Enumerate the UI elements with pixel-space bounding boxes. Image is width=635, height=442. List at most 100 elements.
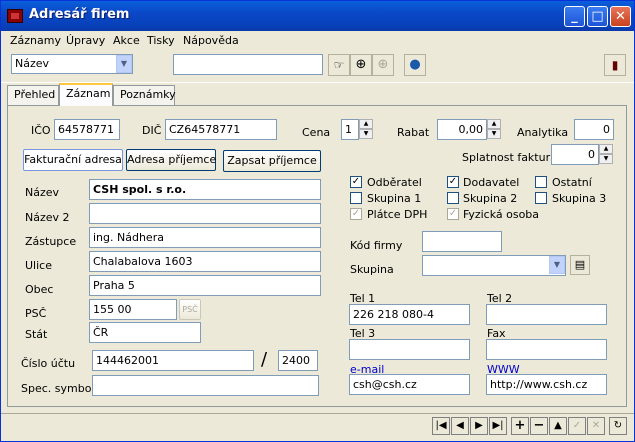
www-field[interactable]: http://www.csh.cz [486, 374, 607, 395]
psc-label: PSČ [25, 307, 47, 320]
platce-dph-checkbox: ✓ [350, 208, 362, 220]
kod-firmy-label: Kód firmy [350, 239, 403, 252]
sort-select-value: Název [15, 57, 50, 70]
adresa-prijemce-button[interactable]: Adresa příjemce [126, 149, 216, 171]
exit-door-icon[interactable]: ▮ [604, 54, 626, 76]
title-bar[interactable]: Adresář firem _ □ ✕ [1, 1, 634, 31]
cena-spinner[interactable]: ▲ ▼ [359, 119, 373, 139]
globe-filter-disabled-icon: ⊕ [372, 54, 394, 76]
close-button[interactable]: ✕ [610, 6, 631, 27]
stat-field[interactable]: ČR [89, 322, 201, 343]
chevron-down-icon: ▼ [549, 256, 565, 274]
edit-record-icon[interactable]: ▲ [549, 417, 567, 435]
cena-label: Cena [302, 126, 331, 139]
next-record-icon[interactable]: ▶ [470, 417, 488, 435]
analytika-label: Analytika [517, 126, 569, 139]
tab-prehled[interactable]: Přehled [7, 85, 59, 105]
ostatni-checkbox[interactable] [535, 176, 547, 188]
splatnost-field[interactable]: 0 [551, 144, 599, 165]
skupina-select[interactable]: ▼ [422, 255, 566, 276]
tab-poznamky[interactable]: Poznámky [113, 85, 176, 105]
platce-dph-label: Plátce DPH [367, 208, 428, 221]
fyzicka-osoba-checkbox: ✓ [447, 208, 459, 220]
dodavatel-checkbox[interactable]: ✓ [447, 176, 459, 188]
tel1-field[interactable]: 226 218 080-4 [349, 304, 470, 325]
menu-tisky[interactable]: Tisky [147, 34, 175, 47]
menu-zaznamy[interactable]: Záznamy [10, 34, 61, 47]
rabat-field[interactable]: 0,00 [437, 119, 487, 140]
obec-field[interactable]: Praha 5 [89, 275, 321, 296]
first-record-icon[interactable]: |◀ [432, 417, 450, 435]
menu-napoveda[interactable]: Nápověda [183, 34, 239, 47]
globe-filter-icon[interactable]: ⊕ [350, 54, 372, 76]
skupina-label: Skupina [350, 263, 394, 276]
skupina2-checkbox[interactable] [447, 192, 459, 204]
skupina3-label: Skupina 3 [552, 192, 607, 205]
analytika-field[interactable]: 0 [574, 119, 614, 140]
cena-field[interactable]: 1 [341, 119, 359, 140]
slash-separator: / [261, 349, 268, 370]
search-input[interactable] [173, 54, 323, 75]
refresh-icon[interactable]: ↻ [609, 417, 627, 435]
last-record-icon[interactable]: ▶| [489, 417, 507, 435]
nazev2-field[interactable] [89, 203, 321, 224]
fax-field[interactable] [486, 339, 607, 360]
skupina1-label: Skupina 1 [367, 192, 422, 205]
chevron-down-icon: ▼ [116, 55, 132, 73]
edit-skupina-icon[interactable]: ▤ [570, 255, 590, 275]
cislo-uctu-field[interactable]: 144462001 [92, 350, 254, 371]
tab-zaznam[interactable]: Záznam [59, 83, 113, 106]
psc-lookup-button: PSČ [179, 299, 201, 320]
zastupce-field[interactable]: ing. Nádhera [89, 227, 321, 248]
post-record-icon: ✓ [568, 417, 586, 435]
odberatel-checkbox[interactable]: ✓ [350, 176, 362, 188]
app-icon [7, 9, 23, 23]
menu-bar: Záznamy Úpravy Akce Tisky Nápověda [1, 31, 634, 51]
find-hand-icon[interactable]: ☞ [328, 54, 350, 76]
skupina3-checkbox[interactable] [535, 192, 547, 204]
dic-label: DIČ [142, 124, 162, 137]
rabat-spinner[interactable]: ▲ ▼ [487, 119, 501, 139]
ico-label: IČO [31, 124, 51, 137]
tel3-field[interactable] [349, 339, 470, 360]
prev-record-icon[interactable]: ◀ [451, 417, 469, 435]
kod-firmy-field[interactable] [422, 231, 502, 252]
zapsat-prijemce-button[interactable]: Zapsat příjemce [223, 150, 321, 172]
zastupce-label: Zástupce [25, 235, 77, 248]
spec-symbol-label: Spec. symbol [21, 382, 95, 395]
rabat-label: Rabat [397, 126, 430, 139]
skupina1-checkbox[interactable] [350, 192, 362, 204]
nazev-field[interactable]: CSH spol. s r.o. [89, 179, 321, 200]
app-window: Adresář firem _ □ ✕ Záznamy Úpravy Akce … [0, 0, 635, 442]
splatnost-spinner[interactable]: ▲ ▼ [599, 144, 613, 164]
sort-select[interactable]: Název ▼ [11, 54, 133, 74]
delete-record-icon[interactable]: − [530, 417, 548, 435]
skupina2-label: Skupina 2 [463, 192, 518, 205]
email-field[interactable]: csh@csh.cz [349, 374, 470, 395]
ostatni-label: Ostatní [552, 176, 592, 189]
tel2-field[interactable] [486, 304, 607, 325]
add-record-icon[interactable]: + [511, 417, 529, 435]
window-title: Adresář firem [29, 7, 130, 22]
nazev-label: Název [25, 186, 60, 199]
ico-field[interactable]: 64578771 [54, 119, 120, 140]
internet-globe-icon[interactable]: ● [404, 54, 426, 76]
obec-label: Obec [25, 283, 54, 296]
dodavatel-label: Dodavatel [463, 176, 520, 189]
minimize-button[interactable]: _ [564, 6, 585, 27]
spec-symbol-field[interactable] [92, 375, 319, 396]
cislo-uctu-label: Číslo účtu [21, 357, 76, 370]
dic-field[interactable]: CZ64578771 [165, 119, 277, 140]
splatnost-label: Splatnost faktur [462, 151, 551, 164]
kod-banky-field[interactable]: 2400 [278, 350, 318, 371]
cancel-record-icon: ✕ [587, 417, 605, 435]
fyzicka-osoba-label: Fyzická osoba [463, 208, 540, 221]
stat-label: Stát [25, 328, 48, 341]
ulice-label: Ulice [25, 259, 52, 272]
menu-akce[interactable]: Akce [113, 34, 140, 47]
maximize-button[interactable]: □ [587, 6, 608, 27]
ulice-field[interactable]: Chalabalova 1603 [89, 251, 321, 272]
psc-field[interactable]: 155 00 [89, 299, 177, 320]
fakturacni-adresa-button[interactable]: Fakturační adresa [23, 149, 123, 171]
menu-upravy[interactable]: Úpravy [66, 34, 105, 47]
